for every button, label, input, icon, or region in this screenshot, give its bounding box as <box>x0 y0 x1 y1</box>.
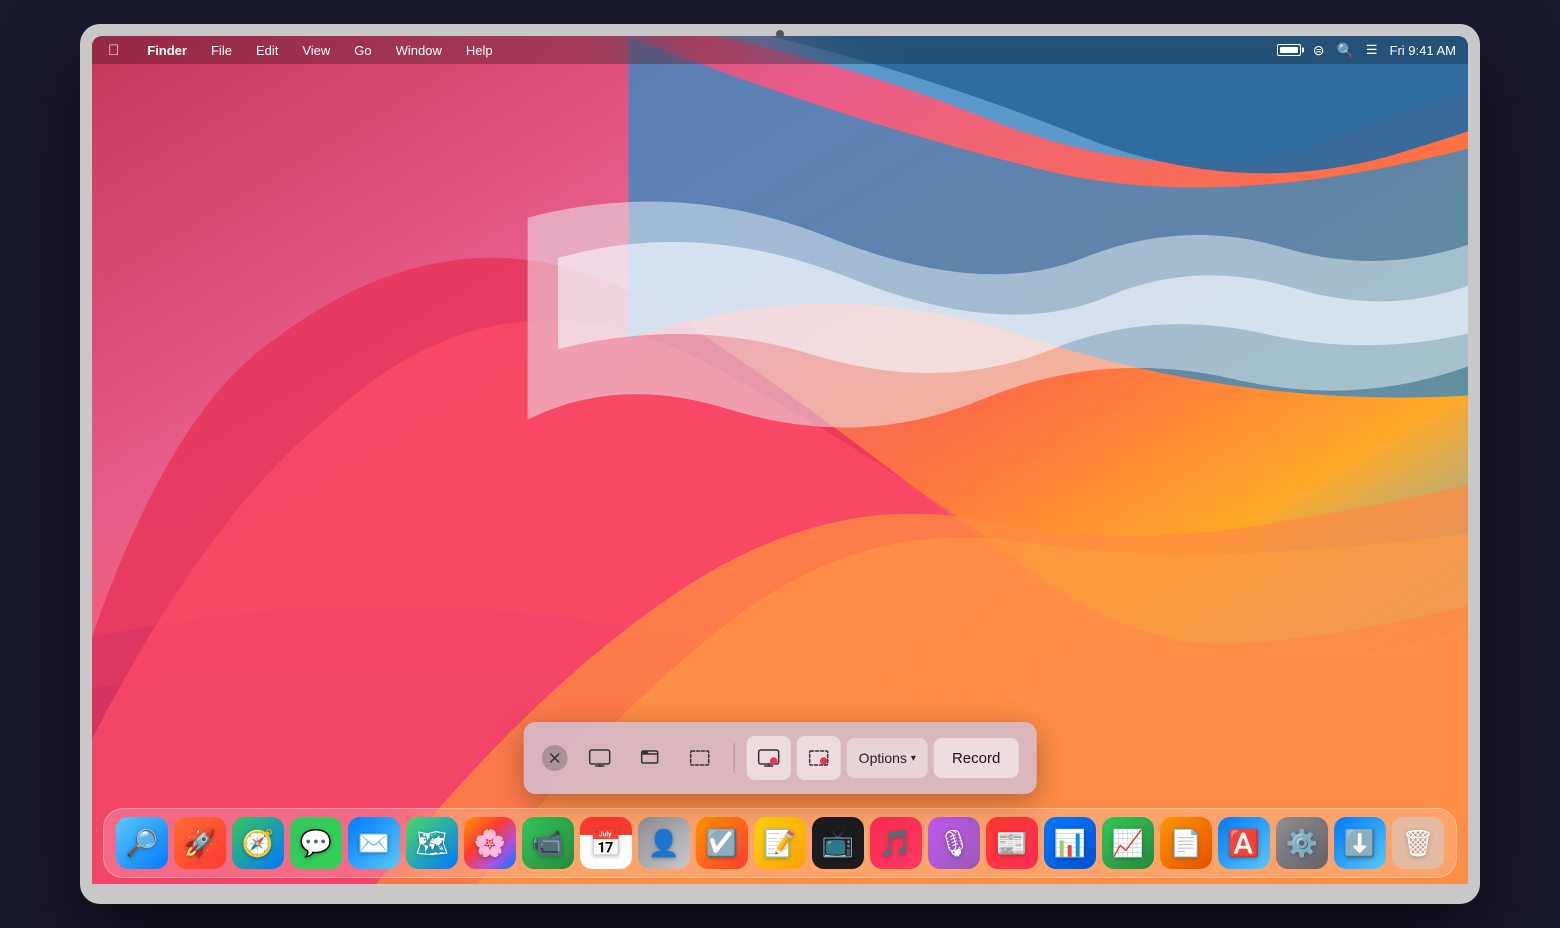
screenshot-toolbar: Options ▾ Record <box>524 722 1037 794</box>
finder-icon: 🔎 <box>126 817 158 869</box>
launchpad-icon: 🚀 <box>184 817 216 869</box>
keynote-icon: 📊 <box>1054 817 1086 869</box>
reminders-icon: ☑️ <box>706 817 738 869</box>
dock-item-music[interactable]: 🎵 <box>870 817 922 869</box>
options-label: Options <box>859 750 907 766</box>
music-icon: 🎵 <box>880 817 912 869</box>
menubar-left:  Finder File Edit View Go Window Help <box>104 40 497 61</box>
window-menu[interactable]: Window <box>392 41 446 60</box>
finder-menu[interactable]: Finder <box>143 41 191 60</box>
dock-item-trash[interactable]: 🗑 <box>1392 817 1444 869</box>
dock-item-numbers[interactable]: 📈 <box>1102 817 1154 869</box>
go-menu[interactable]: Go <box>350 41 375 60</box>
wifi-icon[interactable]: ⊜ <box>1313 42 1325 59</box>
dock-item-facetime[interactable]: 📹 <box>522 817 574 869</box>
dock-item-contacts[interactable]: 👤 <box>638 817 690 869</box>
screen:  Finder File Edit View Go Window Help ⊜ <box>92 36 1468 884</box>
mail-icon: ✉️ <box>358 817 390 869</box>
spotlight-icon[interactable]: 🔍 <box>1336 42 1353 59</box>
capture-window-button[interactable] <box>628 736 672 780</box>
view-menu[interactable]: View <box>298 41 334 60</box>
dock-item-finder[interactable]: 🔎 <box>116 817 168 869</box>
dock: 🔎 🚀 🧭 💬 ✉️ 🗺 🌸 📹 📅 👤 ☑️ 📝 📺 🎵 🎙 📰 📊 📈 📄 🅰️ ⚙️ ⬇️ 🗑 <box>103 808 1457 878</box>
dock-item-system-preferences[interactable]: ⚙️ <box>1276 817 1328 869</box>
dock-item-safari[interactable]: 🧭 <box>232 817 284 869</box>
menubar:  Finder File Edit View Go Window Help ⊜ <box>92 36 1468 64</box>
dock-item-photos[interactable]: 🌸 <box>464 817 516 869</box>
battery-body <box>1277 44 1301 56</box>
dock-item-podcasts[interactable]: 🎙 <box>928 817 980 869</box>
podcasts-icon: 🎙 <box>937 817 970 869</box>
dock-item-reminders[interactable]: ☑️ <box>696 817 748 869</box>
dock-item-launchpad[interactable]: 🚀 <box>174 817 226 869</box>
dock-item-pages[interactable]: 📄 <box>1160 817 1212 869</box>
options-button[interactable]: Options ▾ <box>847 738 928 778</box>
maps-icon: 🗺 <box>415 817 448 869</box>
menubar-right: ⊜ 🔍 ☰ Fri 9:41 AM <box>1277 42 1456 59</box>
dock-item-mail[interactable]: ✉️ <box>348 817 400 869</box>
dock-item-apple-tv[interactable]: 📺 <box>812 817 864 869</box>
photos-icon: 🌸 <box>474 817 506 869</box>
clock: Fri 9:41 AM <box>1390 43 1456 58</box>
chevron-down-icon: ▾ <box>911 753 916 764</box>
safari-icon: 🧭 <box>242 817 274 869</box>
dock-item-keynote[interactable]: 📊 <box>1044 817 1096 869</box>
record-selection-button[interactable] <box>797 736 841 780</box>
battery-indicator <box>1277 44 1301 56</box>
trash-icon: 🗑 <box>1401 817 1434 869</box>
bottom-bezel <box>92 884 1468 904</box>
desktop: Options ▾ Record 🔎 🚀 🧭 💬 ✉️ 🗺 🌸 📹 📅 👤 ☑️ 📝 📺 🎵 🎙 📰 📊 📈 📄 🅰️… <box>92 64 1468 884</box>
record-button[interactable]: Record <box>934 738 1018 778</box>
apple tv-icon: 📺 <box>822 817 854 869</box>
pages-icon: 📄 <box>1170 817 1202 869</box>
record-entire-screen-button[interactable] <box>747 736 791 780</box>
dock-item-news[interactable]: 📰 <box>986 817 1038 869</box>
messages-icon: 💬 <box>300 817 332 869</box>
dock-item-messages[interactable]: 💬 <box>290 817 342 869</box>
dock-item-app-store[interactable]: 🅰️ <box>1218 817 1270 869</box>
dock-item-calendar[interactable]: 📅 <box>580 817 632 869</box>
battery-fill <box>1280 47 1298 53</box>
dock-item-notes[interactable]: 📝 <box>754 817 806 869</box>
dock-item-maps[interactable]: 🗺 <box>406 817 458 869</box>
downloads-icon: ⬇️ <box>1344 817 1376 869</box>
numbers-icon: 📈 <box>1112 817 1144 869</box>
edit-menu[interactable]: Edit <box>252 41 282 60</box>
news-icon: 📰 <box>996 817 1028 869</box>
capture-selection-button[interactable] <box>678 736 722 780</box>
help-menu[interactable]: Help <box>462 41 497 60</box>
capture-entire-screen-button[interactable] <box>578 736 622 780</box>
mac-laptop-frame:  Finder File Edit View Go Window Help ⊜ <box>80 24 1480 904</box>
notes-icon: 📝 <box>764 817 796 869</box>
file-menu[interactable]: File <box>207 41 236 60</box>
facetime-icon: 📹 <box>532 817 564 869</box>
toolbar-divider <box>734 743 735 773</box>
close-button[interactable] <box>542 745 568 771</box>
app store-icon: 🅰️ <box>1228 817 1260 869</box>
dock-item-downloads[interactable]: ⬇️ <box>1334 817 1386 869</box>
control-center-icon[interactable]: ☰ <box>1366 42 1378 58</box>
contacts-icon: 👤 <box>648 817 680 869</box>
apple-menu[interactable]:  <box>104 40 123 61</box>
calendar-icon: 📅 <box>590 817 622 869</box>
system preferences-icon: ⚙️ <box>1286 817 1318 869</box>
